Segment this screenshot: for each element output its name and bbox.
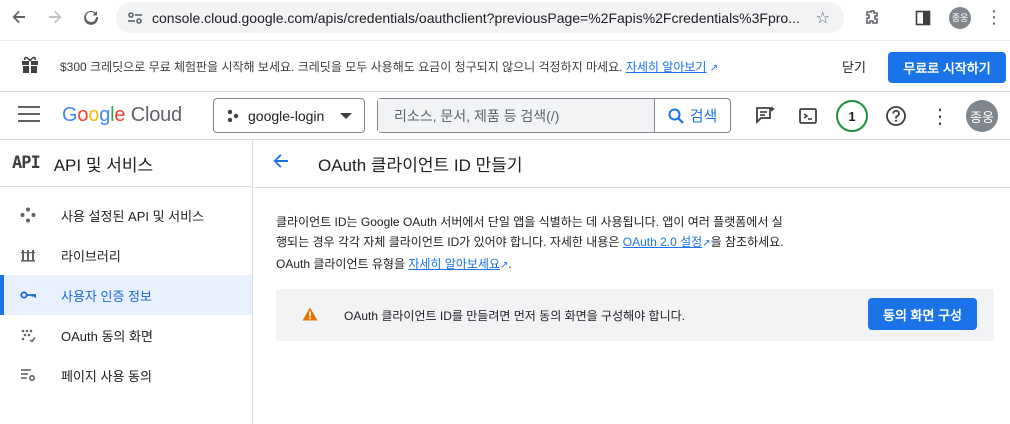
search-button-label: 검색 bbox=[689, 108, 718, 125]
cloud-shell-icon[interactable] bbox=[794, 102, 822, 130]
sidebar-title: API 및 서비스 bbox=[53, 155, 154, 175]
banner-message: $300 크레딧으로 무료 체험판을 시작해 보세요. 크레딧을 모두 사용해도… bbox=[60, 60, 623, 74]
logo-cloud: Cloud bbox=[130, 104, 182, 126]
free-trial-banner: $300 크레딧으로 무료 체험판을 시작해 보세요. 크레딧을 모두 사용해도… bbox=[0, 40, 1010, 92]
sidebar-item-page-usage-agreements[interactable]: 페이지 사용 동의 bbox=[0, 355, 252, 395]
sidebar-item-enabled-apis[interactable]: 사용 설정된 API 및 서비스 bbox=[0, 195, 252, 235]
back-arrow-icon[interactable] bbox=[4, 2, 34, 32]
learn-more-link[interactable]: 자세히 알아보기 bbox=[626, 60, 707, 74]
gemini-chat-icon[interactable] bbox=[751, 102, 779, 130]
side-panel-icon[interactable] bbox=[908, 0, 938, 35]
project-dots-icon bbox=[226, 109, 240, 123]
warning-icon bbox=[302, 307, 318, 326]
sidebar-item-oauth-consent[interactable]: OAuth 동의 화면 bbox=[0, 315, 252, 355]
page-header: OAuth 클라이언트 ID 만들기 bbox=[254, 140, 1010, 188]
start-free-button[interactable]: 무료로 시작하기 bbox=[888, 52, 1006, 83]
dropdown-caret-icon bbox=[340, 113, 352, 119]
external-link-icon: ↗ bbox=[702, 238, 711, 249]
main-content: OAuth 클라이언트 ID 만들기 클라이언트 ID는 Google OAut… bbox=[254, 140, 1010, 424]
help-icon[interactable] bbox=[882, 102, 910, 130]
address-bar[interactable]: console.cloud.google.com/apis/credential… bbox=[116, 2, 844, 33]
project-name: google-login bbox=[248, 107, 325, 124]
forward-arrow-icon[interactable] bbox=[40, 2, 70, 32]
configure-consent-screen-button[interactable]: 동의 화면 구성 bbox=[868, 298, 977, 330]
profile-avatar-text: 종웅 bbox=[949, 6, 971, 29]
sidebar-header: API API 및 서비스 bbox=[0, 140, 252, 187]
gift-icon bbox=[20, 55, 40, 80]
menu-icon[interactable] bbox=[18, 106, 40, 127]
sidebar-item-credentials[interactable]: 사용자 인증 정보 bbox=[0, 275, 252, 315]
url-text[interactable]: console.cloud.google.com/apis/credential… bbox=[152, 10, 802, 26]
description-text-3: . bbox=[508, 257, 512, 271]
page-title: OAuth 클라이언트 ID 만들기 bbox=[318, 156, 523, 175]
browser-toolbar: console.cloud.google.com/apis/credential… bbox=[0, 0, 1010, 35]
sidebar: API API 및 서비스 사용 설정된 API 및 서비스 라이브러리 사용자… bbox=[0, 140, 253, 424]
search-button[interactable]: 검색 bbox=[654, 99, 730, 132]
oauth-setup-link[interactable]: OAuth 2.0 설정 bbox=[623, 235, 702, 249]
logo-google: Google bbox=[62, 104, 126, 126]
more-options-icon[interactable]: ⋮ bbox=[926, 102, 954, 130]
api-badge: API bbox=[12, 153, 41, 173]
browser-menu-icon[interactable]: ⋮ bbox=[984, 0, 1004, 35]
bookmark-star-icon[interactable]: ☆ bbox=[816, 8, 830, 28]
consent-warning-banner: OAuth 클라이언트 ID를 만들려면 먼저 동의 화면을 구성해야 합니다.… bbox=[276, 289, 994, 341]
library-icon bbox=[20, 247, 36, 263]
console-header: Google Cloud google-login 리소스, 문서, 제품 등 … bbox=[0, 92, 1010, 140]
back-arrow-icon[interactable] bbox=[272, 152, 294, 176]
sidebar-item-label: OAuth 동의 화면 bbox=[61, 328, 153, 344]
warning-text: OAuth 클라이언트 ID를 만들려면 먼저 동의 화면을 구성해야 합니다. bbox=[344, 309, 685, 323]
external-link-icon: ↗ bbox=[709, 63, 719, 74]
search-input[interactable]: 리소스, 문서, 제품 등 검색(/) bbox=[378, 99, 654, 132]
sidebar-item-label: 라이브러리 bbox=[61, 248, 121, 264]
key-icon bbox=[20, 287, 36, 303]
page-settings-icon bbox=[20, 367, 36, 383]
google-cloud-logo[interactable]: Google Cloud bbox=[62, 104, 182, 127]
account-avatar[interactable]: 종웅 bbox=[966, 100, 998, 132]
sidebar-item-label: 페이지 사용 동의 bbox=[61, 368, 152, 384]
consent-icon bbox=[20, 327, 36, 343]
reload-icon[interactable] bbox=[76, 2, 106, 32]
sidebar-item-label: 사용 설정된 API 및 서비스 bbox=[61, 208, 205, 224]
notifications-badge[interactable]: 1 bbox=[836, 100, 868, 132]
diamond-dots-icon bbox=[20, 207, 36, 223]
search-icon bbox=[668, 108, 684, 124]
description: 클라이언트 ID는 Google OAuth 서버에서 단일 앱을 식별하는 데… bbox=[276, 212, 792, 276]
banner-text: $300 크레딧으로 무료 체험판을 시작해 보세요. 크레딧을 모두 사용해도… bbox=[60, 58, 718, 75]
search-box: 리소스, 문서, 제품 등 검색(/) 검색 bbox=[377, 98, 731, 133]
sidebar-item-library[interactable]: 라이브러리 bbox=[0, 235, 252, 275]
profile-avatar-small[interactable]: 종웅 bbox=[946, 0, 974, 35]
site-settings-icon[interactable] bbox=[124, 11, 146, 25]
project-selector[interactable]: google-login bbox=[213, 98, 365, 133]
close-banner-button[interactable]: 닫기 bbox=[842, 57, 866, 76]
sidebar-item-label: 사용자 인증 정보 bbox=[61, 288, 152, 304]
extensions-icon[interactable] bbox=[858, 0, 888, 35]
learn-more-client-types-link[interactable]: 자세히 알아보세요 bbox=[408, 257, 500, 271]
